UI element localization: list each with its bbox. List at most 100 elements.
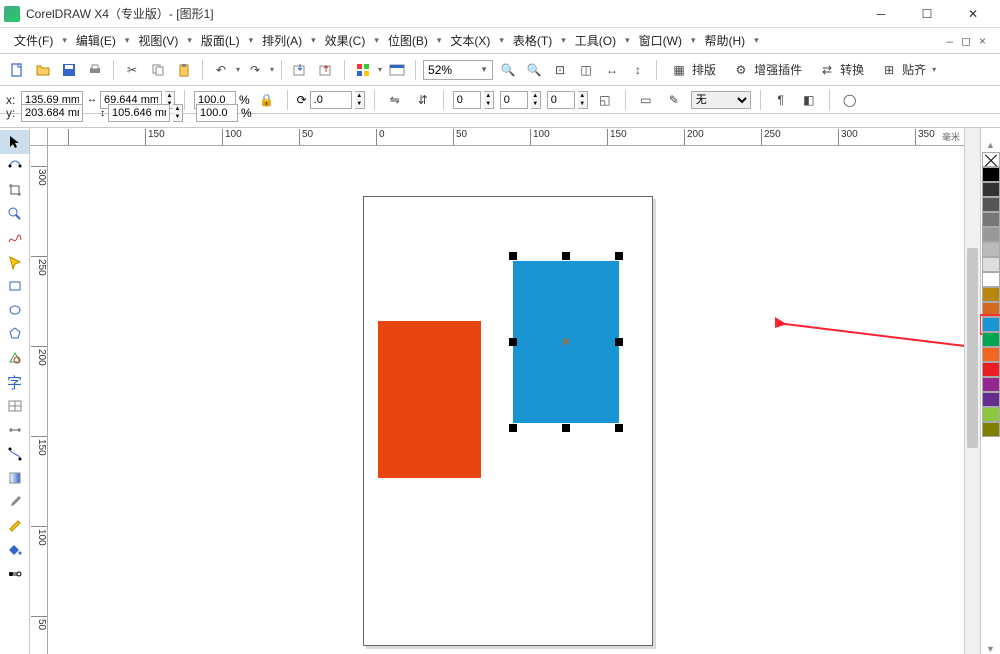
save-icon[interactable] — [58, 59, 80, 81]
layout-label[interactable]: 排版 — [692, 61, 716, 78]
menu-arrange[interactable]: 排列(A) — [256, 30, 308, 52]
spin1-input[interactable] — [453, 91, 481, 109]
spin3-input[interactable] — [547, 91, 575, 109]
drawing-area[interactable]: ✕ — [48, 146, 964, 654]
menu-text[interactable]: 文本(X) — [444, 30, 496, 52]
import-icon[interactable] — [289, 59, 311, 81]
plugin-label[interactable]: 增强插件 — [754, 61, 802, 78]
selection-handle-n[interactable] — [562, 252, 570, 260]
color-swatch[interactable] — [982, 272, 1000, 287]
vertical-ruler[interactable]: 30025020015010050 — [30, 146, 48, 654]
spin2-input[interactable] — [500, 91, 528, 109]
color-swatch[interactable] — [982, 377, 1000, 392]
selection-handle-se[interactable] — [615, 424, 623, 432]
color-swatch[interactable] — [982, 227, 1000, 242]
interactive-fill-tool[interactable] — [0, 562, 29, 586]
color-swatch[interactable] — [982, 317, 1000, 332]
color-swatch[interactable] — [982, 242, 1000, 257]
snap-icon[interactable]: ⊞ — [878, 59, 900, 81]
cut-icon[interactable]: ✂ — [121, 59, 143, 81]
selection-center-icon[interactable]: ✕ — [561, 337, 571, 347]
zoom-tool[interactable] — [0, 202, 29, 226]
selection-handle-e[interactable] — [615, 338, 623, 346]
color-swatch[interactable] — [982, 182, 1000, 197]
interactive-tool[interactable] — [0, 466, 29, 490]
welcome-icon[interactable] — [386, 59, 408, 81]
color-swatch[interactable] — [982, 212, 1000, 227]
height-input[interactable] — [108, 104, 170, 122]
copy-icon[interactable] — [147, 59, 169, 81]
color-swatch[interactable] — [982, 392, 1000, 407]
convert-label[interactable]: 转换 — [840, 61, 864, 78]
color-swatch[interactable] — [982, 257, 1000, 272]
mdi-close-icon[interactable]: × — [979, 34, 986, 48]
ellipse-tool[interactable] — [0, 298, 29, 322]
color-swatch[interactable] — [982, 302, 1000, 317]
color-swatch[interactable] — [982, 167, 1000, 182]
outline-pen-icon[interactable]: ✎ — [663, 89, 685, 111]
color-swatch[interactable] — [982, 422, 1000, 437]
color-swatch[interactable] — [982, 407, 1000, 422]
selection-handle-w[interactable] — [509, 338, 517, 346]
menu-bitmap[interactable]: 位图(B) — [382, 30, 434, 52]
color-swatch[interactable] — [982, 287, 1000, 302]
behind-fill-icon[interactable]: ◧ — [798, 89, 820, 111]
app-launcher-icon[interactable] — [352, 59, 374, 81]
menu-file[interactable]: 文件(F) — [8, 30, 59, 52]
menu-view[interactable]: 视图(V) — [132, 30, 184, 52]
selection-handle-sw[interactable] — [509, 424, 517, 432]
export-icon[interactable] — [315, 59, 337, 81]
convert-curve-icon[interactable]: ◯ — [839, 89, 861, 111]
scale-y-input[interactable] — [196, 104, 238, 122]
fill-tool[interactable] — [0, 538, 29, 562]
y-position-input[interactable] — [21, 104, 83, 122]
mirror-h-icon[interactable]: ⇋ — [384, 89, 406, 111]
open-icon[interactable] — [32, 59, 54, 81]
color-swatch[interactable] — [982, 332, 1000, 347]
shape-tool[interactable] — [0, 154, 29, 178]
zoom-width-icon[interactable]: ↔ — [601, 59, 623, 81]
paste-icon[interactable] — [173, 59, 195, 81]
minimize-button[interactable]: ─ — [858, 0, 904, 28]
layout-icon[interactable]: ▦ — [668, 59, 690, 81]
rotation-spinner[interactable]: ▲▼ — [355, 91, 365, 109]
pick-tool[interactable] — [0, 130, 29, 154]
rectangle-tool[interactable] — [0, 274, 29, 298]
close-button[interactable]: ✕ — [950, 0, 996, 28]
outline-tool[interactable] — [0, 514, 29, 538]
outline-width-select[interactable]: 无 — [691, 91, 751, 109]
menu-edit[interactable]: 编辑(E) — [70, 30, 122, 52]
connector-tool[interactable] — [0, 442, 29, 466]
undo-icon[interactable]: ↶ — [210, 59, 232, 81]
vertical-scrollbar[interactable] — [964, 128, 980, 654]
smart-fill-tool[interactable] — [0, 250, 29, 274]
zoom-out-icon[interactable]: 🔍 — [523, 59, 545, 81]
menu-window[interactable]: 窗口(W) — [633, 30, 688, 52]
zoom-level-select[interactable]: 52%▼ — [423, 60, 493, 80]
to-front-icon[interactable]: ▭ — [635, 89, 657, 111]
color-swatch[interactable] — [982, 197, 1000, 212]
menu-layout[interactable]: 版面(L) — [195, 30, 246, 52]
color-swatch[interactable] — [982, 152, 1000, 167]
dimension-tool[interactable] — [0, 418, 29, 442]
mdi-restore-icon[interactable]: ◻ — [961, 34, 971, 48]
redo-icon[interactable]: ↷ — [244, 59, 266, 81]
lock-ratio-icon[interactable]: 🔒 — [256, 89, 278, 111]
zoom-in-icon[interactable]: 🔍 — [497, 59, 519, 81]
text-tool[interactable]: 字 — [0, 370, 29, 394]
snap-label[interactable]: 贴齐 — [902, 61, 926, 78]
menu-help[interactable]: 帮助(H) — [699, 30, 752, 52]
selection-handle-ne[interactable] — [615, 252, 623, 260]
crop-tool[interactable] — [0, 178, 29, 202]
canvas[interactable]: 毫米 15010050050100150200250300350 3002502… — [30, 128, 964, 654]
new-icon[interactable] — [6, 59, 28, 81]
rotation-input[interactable] — [310, 91, 352, 109]
wrap-text-icon[interactable]: ¶ — [770, 89, 792, 111]
print-icon[interactable] — [84, 59, 106, 81]
color-swatch[interactable] — [982, 347, 1000, 362]
color-swatch[interactable] — [982, 362, 1000, 377]
plugin-icon[interactable]: ⚙ — [730, 59, 752, 81]
palette-scroll-down[interactable]: ▼ — [981, 644, 1000, 654]
basic-shapes-tool[interactable] — [0, 346, 29, 370]
mdi-minimize-icon[interactable]: – — [946, 34, 953, 48]
